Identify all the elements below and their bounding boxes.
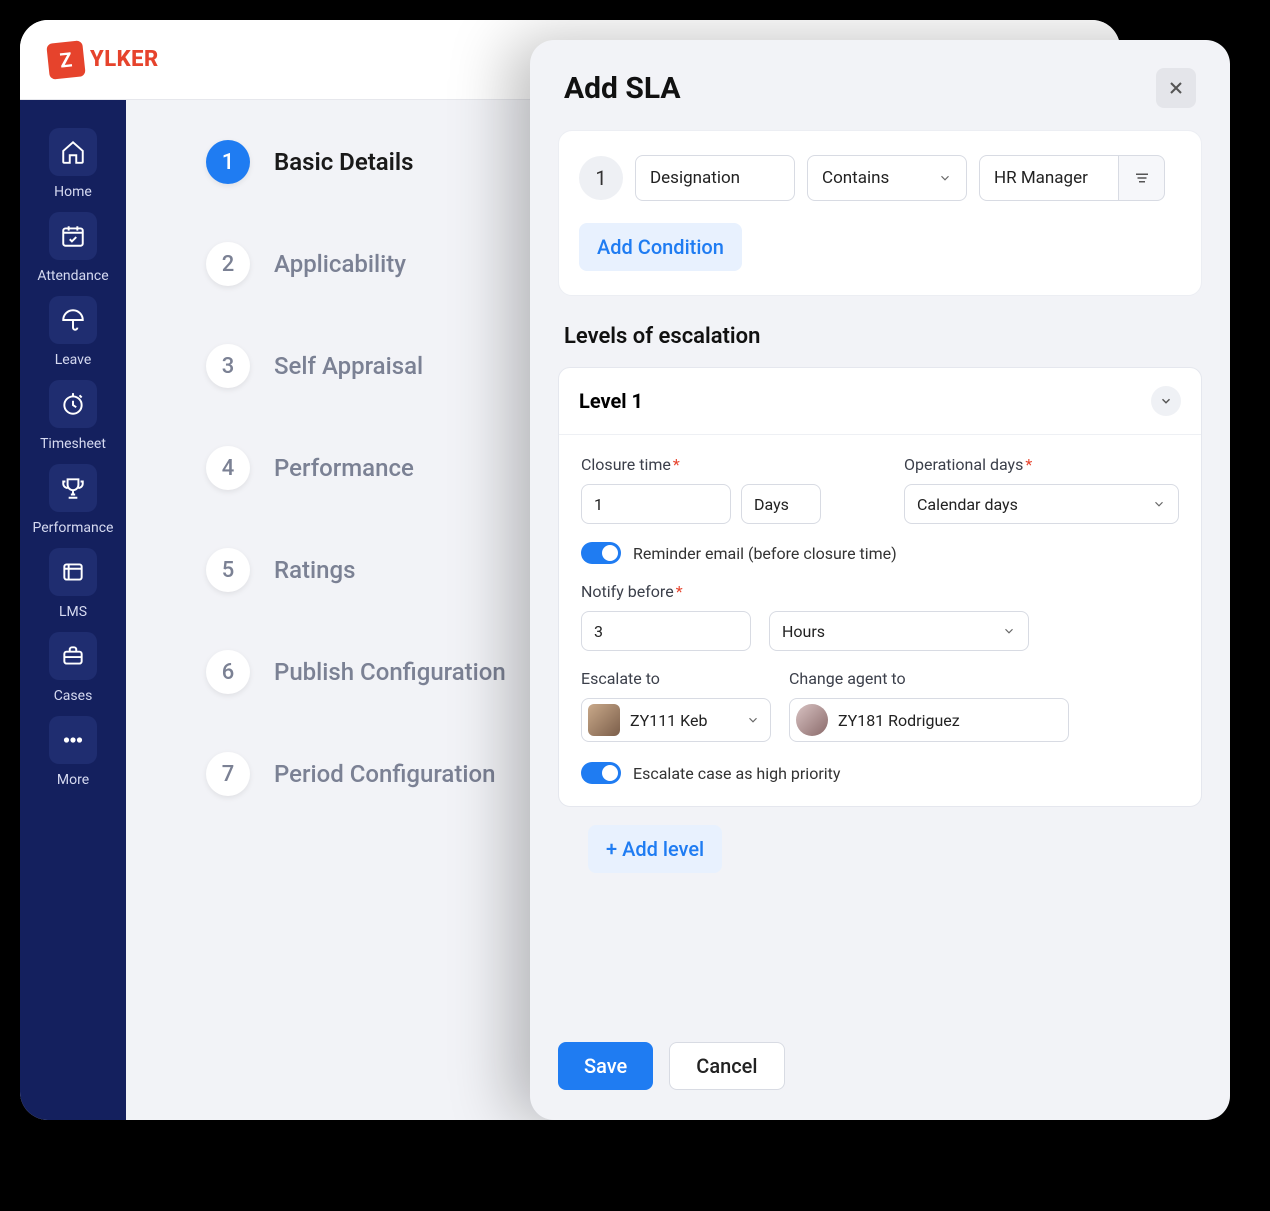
closure-time-input[interactable] (581, 484, 731, 524)
step-label: Ratings (274, 556, 355, 584)
list-icon (1133, 169, 1151, 187)
operational-days-select[interactable]: Calendar days (904, 484, 1179, 524)
modal-title: Add SLA (564, 71, 681, 106)
logo: Z YLKER (48, 42, 159, 78)
close-icon (1166, 78, 1186, 98)
logo-badge: Z (46, 40, 86, 80)
escalation-level-card: Level 1 Closure time* Operational d (558, 367, 1202, 807)
clock-icon (49, 380, 97, 428)
level-body: Closure time* Operational days* Calendar… (559, 435, 1201, 806)
person-name: ZY181 Rodriguez (838, 711, 1058, 730)
escalation-section-title: Levels of escalation (558, 318, 1202, 367)
condition-options-button[interactable] (1119, 155, 1165, 201)
reminder-toggle-row: Reminder email (before closure time) (581, 542, 1179, 564)
sidebar-item-label: Leave (55, 352, 92, 368)
step-number: 1 (206, 140, 250, 184)
cancel-button[interactable]: Cancel (669, 1042, 784, 1090)
chevron-down-icon (746, 713, 760, 727)
sidebar-item-lms[interactable]: LMS (49, 548, 97, 620)
step-number: 6 (206, 650, 250, 694)
sidebar-item-timesheet[interactable]: Timesheet (40, 380, 106, 452)
sidebar-item-label: More (57, 772, 89, 788)
sidebar-item-cases[interactable]: Cases (49, 632, 97, 704)
person-name: ZY111 Keb (630, 711, 736, 730)
high-priority-toggle-row: Escalate case as high priority (581, 762, 1179, 784)
step-number: 2 (206, 242, 250, 286)
high-priority-toggle[interactable] (581, 762, 621, 784)
step-number: 4 (206, 446, 250, 490)
step-label: Basic Details (274, 148, 414, 176)
operational-days-label: Operational days* (904, 455, 1179, 474)
escalate-to-label: Escalate to (581, 669, 771, 688)
briefcase-icon (49, 632, 97, 680)
logo-text: YLKER (90, 47, 159, 72)
save-button[interactable]: Save (558, 1042, 653, 1090)
conditions-card: 1 Designation Contains HR Manager Add Co… (558, 130, 1202, 296)
notify-before-input[interactable] (581, 611, 751, 651)
step-label: Applicability (274, 250, 406, 278)
sidebar: Home Attendance Leave Timesheet Performa… (20, 100, 126, 1120)
change-agent-select[interactable]: ZY181 Rodriguez (789, 698, 1069, 742)
modal-body: 1 Designation Contains HR Manager Add Co… (530, 130, 1230, 1024)
sidebar-item-label: Attendance (37, 268, 108, 284)
step-number: 5 (206, 548, 250, 592)
chevron-down-icon (1159, 394, 1173, 408)
chevron-down-icon (938, 171, 952, 185)
step-label: Self Appraisal (274, 352, 423, 380)
umbrella-icon (49, 296, 97, 344)
sidebar-item-more[interactable]: More (49, 716, 97, 788)
home-icon (49, 128, 97, 176)
step-label: Performance (274, 454, 414, 482)
step-label: Publish Configuration (274, 658, 506, 686)
chevron-down-icon (1002, 624, 1016, 638)
sidebar-item-label: Home (54, 184, 92, 200)
add-level-button[interactable]: + Add level (588, 825, 722, 873)
level-header[interactable]: Level 1 (559, 368, 1201, 435)
more-icon (49, 716, 97, 764)
escalate-to-select[interactable]: ZY111 Keb (581, 698, 771, 742)
sidebar-item-leave[interactable]: Leave (49, 296, 97, 368)
closure-time-label: Closure time* (581, 455, 856, 474)
modal-header: Add SLA (530, 40, 1230, 130)
close-button[interactable] (1156, 68, 1196, 108)
closure-time-unit[interactable] (741, 484, 821, 524)
trophy-icon (49, 464, 97, 512)
reminder-toggle-label: Reminder email (before closure time) (633, 544, 897, 563)
high-priority-toggle-label: Escalate case as high priority (633, 764, 840, 783)
change-agent-label: Change agent to (789, 669, 1069, 688)
sidebar-item-label: Performance (33, 520, 114, 536)
condition-row: 1 Designation Contains HR Manager (579, 155, 1181, 201)
sidebar-item-label: Timesheet (40, 436, 106, 452)
sidebar-item-label: Cases (54, 688, 93, 704)
condition-number: 1 (579, 156, 623, 200)
avatar (796, 704, 828, 736)
notify-before-label: Notify before* (581, 582, 751, 601)
add-sla-modal: Add SLA 1 Designation Contains HR Manage… (530, 40, 1230, 1120)
condition-operator-select[interactable]: Contains (807, 155, 967, 201)
step-label: Period Configuration (274, 760, 495, 788)
reminder-toggle[interactable] (581, 542, 621, 564)
calendar-check-icon (49, 212, 97, 260)
condition-value-input[interactable]: HR Manager (979, 155, 1119, 201)
sidebar-item-attendance[interactable]: Attendance (37, 212, 108, 284)
sidebar-item-home[interactable]: Home (49, 128, 97, 200)
sidebar-item-label: LMS (59, 604, 87, 620)
chevron-down-icon (1152, 497, 1166, 511)
notify-before-unit-select[interactable]: Hours (769, 611, 1029, 651)
step-number: 3 (206, 344, 250, 388)
condition-field-select[interactable]: Designation (635, 155, 795, 201)
step-number: 7 (206, 752, 250, 796)
add-condition-button[interactable]: Add Condition (579, 223, 742, 271)
modal-footer: Save Cancel (530, 1024, 1230, 1120)
level-title: Level 1 (579, 389, 643, 413)
sidebar-item-performance[interactable]: Performance (33, 464, 114, 536)
book-icon (49, 548, 97, 596)
avatar (588, 704, 620, 736)
collapse-toggle[interactable] (1151, 386, 1181, 416)
